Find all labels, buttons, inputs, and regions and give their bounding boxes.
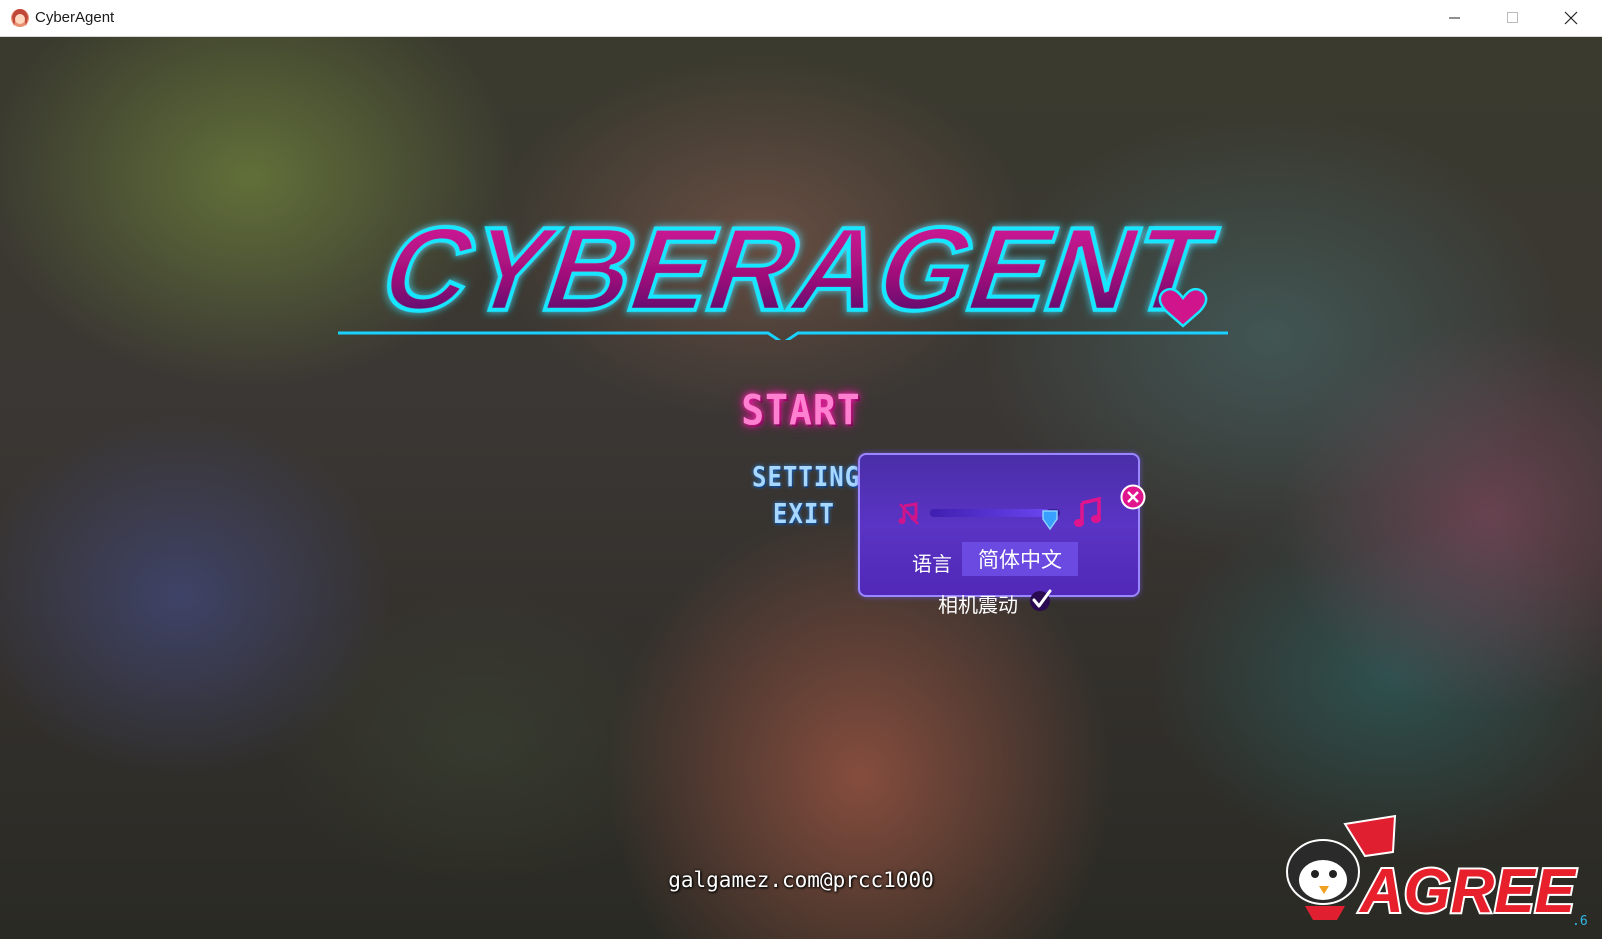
publisher-logo-text: AGREE xyxy=(1358,857,1577,926)
app-icon xyxy=(11,9,29,27)
volume-slider-knob[interactable] xyxy=(1041,509,1059,531)
logo-text: CYBERAGENT xyxy=(366,203,1229,336)
close-settings-button[interactable] xyxy=(1120,484,1146,510)
game-logo: CYBERAGENT xyxy=(338,201,1231,340)
maximize-button[interactable] xyxy=(1484,0,1542,36)
exit-button[interactable]: EXIT xyxy=(773,498,835,530)
publisher-logo: AGREE xyxy=(1286,814,1579,928)
start-button[interactable]: START xyxy=(736,386,866,434)
version-text: .6 xyxy=(1572,914,1588,929)
minimize-icon xyxy=(1449,17,1460,19)
camera-shake-label: 相机震动 xyxy=(938,593,1018,617)
language-label: 语言 xyxy=(912,552,952,576)
maximize-icon xyxy=(1507,12,1518,23)
title-bar: CyberAgent xyxy=(0,0,1602,37)
window-title: CyberAgent xyxy=(35,9,115,26)
music-mute-icon[interactable] xyxy=(898,502,920,526)
game-window: CyberAgent CYBERAGENT START SETTING EXIT… xyxy=(0,0,1602,939)
close-window-button[interactable] xyxy=(1542,0,1600,36)
setting-button[interactable]: SETTING xyxy=(752,461,860,493)
mascot-icon xyxy=(1286,839,1360,920)
close-icon xyxy=(1564,11,1578,25)
camera-shake-checkbox[interactable] xyxy=(1029,588,1053,612)
language-select[interactable]: 简体中文 xyxy=(962,542,1078,576)
volume-slider-fill xyxy=(930,509,1050,517)
music-note-icon[interactable] xyxy=(1073,497,1103,529)
minimize-button[interactable] xyxy=(1426,0,1484,36)
